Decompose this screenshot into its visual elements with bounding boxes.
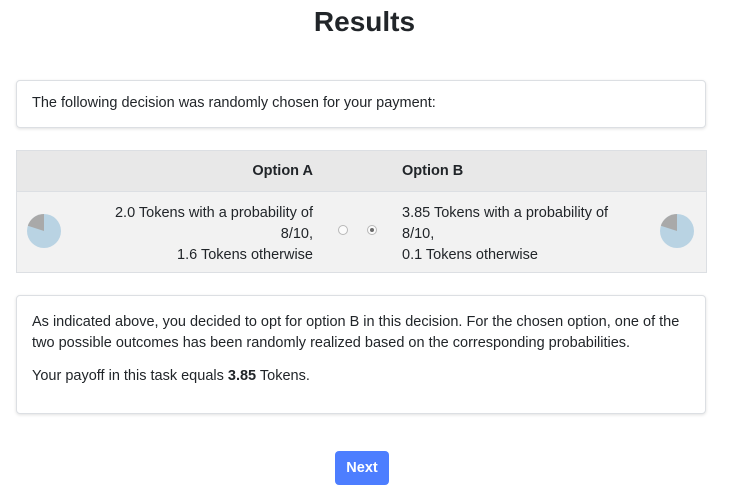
option-b-line2: 8/10, xyxy=(402,226,435,242)
payoff-suffix: Tokens. xyxy=(256,368,310,384)
option-a-line2: 8/10, xyxy=(280,226,313,242)
option-a-line1: 2.0 Tokens with a probability of xyxy=(114,205,313,221)
payoff-statement: Your payoff in this task equals 3.85 Tok… xyxy=(32,368,310,384)
payoff-prefix: Your payoff in this task equals xyxy=(32,368,228,384)
option-b-line3: 0.1 Tokens otherwise xyxy=(402,247,538,263)
outcome-card: As indicated above, you decided to opt f… xyxy=(16,295,706,414)
option-a-radio[interactable] xyxy=(338,225,348,235)
option-a-line3: 1.6 Tokens otherwise xyxy=(177,247,313,263)
option-a-pie-chart xyxy=(27,214,61,248)
payoff-value: 3.85 xyxy=(227,368,257,384)
decision-table: Option A Option B 2.0 Tokens with a prob… xyxy=(16,150,707,273)
option-b-description: 3.85 Tokens with a probability of 8/10, … xyxy=(402,203,642,266)
option-a-description: 2.0 Tokens with a probability of 8/10, 1… xyxy=(83,203,313,266)
option-a-header: Option A xyxy=(252,163,313,179)
next-button[interactable]: Next xyxy=(335,451,389,485)
option-b-pie-chart xyxy=(660,214,694,248)
outcome-explanation: As indicated above, you decided to opt f… xyxy=(32,314,680,351)
decision-table-header: Option A Option B xyxy=(17,151,706,192)
page-title: Results xyxy=(313,6,416,37)
option-b-header: Option B xyxy=(402,163,464,179)
intro-text: The following decision was randomly chos… xyxy=(32,95,436,111)
option-b-radio[interactable] xyxy=(367,225,377,235)
option-b-line1: 3.85 Tokens with a probability of xyxy=(402,205,609,221)
intro-card: The following decision was randomly chos… xyxy=(16,80,706,128)
